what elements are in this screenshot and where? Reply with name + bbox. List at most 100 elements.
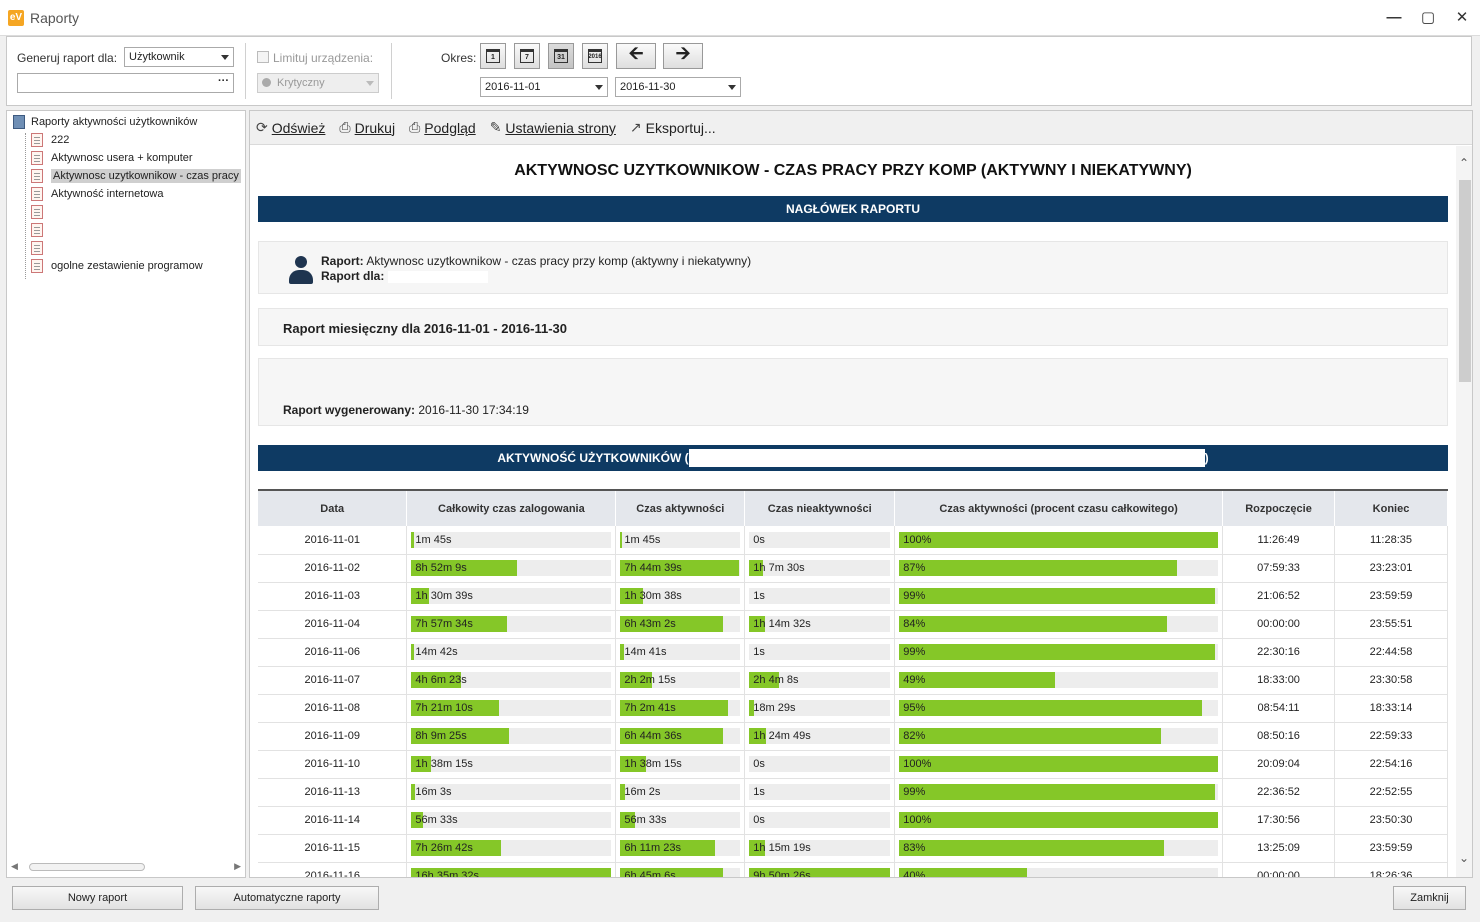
scroll-down-icon[interactable]: ⌄ bbox=[1457, 851, 1471, 865]
user-icon bbox=[289, 256, 313, 284]
column-header[interactable]: Koniec bbox=[1334, 490, 1448, 526]
period-year-button[interactable]: 2016 bbox=[582, 43, 608, 69]
auto-reports-button[interactable]: Automatyczne raporty bbox=[195, 886, 379, 910]
close-button[interactable]: Zamknij bbox=[1393, 886, 1466, 910]
raport-for-label: Raport dla: bbox=[321, 269, 385, 283]
active-time-bar-text: 1m 45s bbox=[624, 533, 661, 546]
column-header[interactable]: Czas nieaktywności bbox=[744, 490, 896, 526]
inactive-time-bar: 1s bbox=[749, 644, 891, 660]
tree-horizontal-scrollbar[interactable]: ◀ ▶ bbox=[11, 861, 241, 873]
activity-percent-bar: 82% bbox=[899, 728, 1219, 744]
period-day-button[interactable]: 1 bbox=[480, 43, 506, 69]
active-time-bar-text: 16m 2s bbox=[624, 786, 661, 798]
limit-devices-checkbox[interactable] bbox=[257, 51, 269, 63]
active-time-bar-text: 1h 30m 38s bbox=[624, 590, 682, 602]
end-cell: 22:54:16 bbox=[1334, 750, 1448, 779]
scroll-left-icon[interactable]: ◀ bbox=[11, 861, 18, 872]
browse-icon[interactable]: ··· bbox=[218, 75, 229, 87]
date-from-picker[interactable]: 2016-11-01 bbox=[480, 77, 608, 97]
end-cell: 18:33:14 bbox=[1334, 694, 1448, 723]
period-week-button[interactable]: 7 bbox=[514, 43, 540, 69]
tree-item[interactable] bbox=[27, 221, 51, 239]
refresh-button[interactable]: ⟳ Odśwież bbox=[256, 119, 325, 136]
date-to-picker[interactable]: 2016-11-30 bbox=[615, 77, 741, 97]
report-options-bar: Generuj raport dla: Użytkownik ··· Limit… bbox=[6, 36, 1472, 106]
report-vertical-scrollbar[interactable]: ⌃ ⌄ bbox=[1456, 146, 1472, 877]
raport-value: Aktywnosc uzytkownikow - czas pracy przy… bbox=[366, 254, 752, 268]
tree-item[interactable]: 222 bbox=[27, 131, 69, 149]
preview-button[interactable]: ⎙ Podgląd bbox=[409, 119, 476, 136]
tree-item[interactable]: Aktywnosc usera + komputer bbox=[27, 149, 193, 167]
scroll-up-icon[interactable]: ⌃ bbox=[1457, 156, 1471, 170]
tree-item-label: Aktywność internetowa bbox=[51, 188, 164, 200]
report-doc-icon bbox=[31, 259, 43, 273]
total-time-bar: 1m 45s bbox=[411, 531, 612, 548]
calendar-icon: 7 bbox=[520, 49, 534, 63]
start-cell: 18:33:00 bbox=[1222, 666, 1336, 695]
activity-percent-bar-fill bbox=[899, 812, 1219, 828]
report-tree: Raporty aktywności użytkowników 222 Aktyw… bbox=[6, 110, 246, 878]
new-report-button[interactable]: Nowy raport bbox=[12, 886, 183, 910]
start-cell: 22:36:52 bbox=[1222, 778, 1336, 807]
end-cell: 18:26:36 bbox=[1334, 862, 1448, 877]
activity-percent-bar-fill bbox=[899, 840, 1164, 856]
active-time-bar-text: 7h 2m 41s bbox=[624, 702, 676, 714]
user-field[interactable]: ··· bbox=[17, 73, 234, 93]
table-row: 2016-11-04 7h 57m 34s 6h 43m 2s 1h 14m 32s 8… bbox=[258, 610, 1448, 639]
generate-for-select[interactable]: Użytkownik bbox=[124, 47, 234, 67]
print-button[interactable]: ⎙ Drukuj bbox=[339, 119, 395, 136]
scroll-right-icon[interactable]: ▶ bbox=[234, 861, 241, 872]
severity-select[interactable]: Krytyczny bbox=[257, 73, 379, 93]
maximize-icon[interactable]: ▢ bbox=[1420, 8, 1436, 26]
tree-item[interactable] bbox=[27, 239, 51, 257]
export-button[interactable]: ↗ Eksportuj... bbox=[630, 119, 716, 136]
column-header[interactable]: Rozpoczęcie bbox=[1222, 490, 1336, 526]
column-header[interactable]: Czas aktywności (procent czasu całkowite… bbox=[894, 490, 1224, 526]
active-time-bar-text: 2h 2m 15s bbox=[624, 674, 676, 686]
total-time-bar: 7h 57m 34s bbox=[411, 616, 612, 632]
printer-icon: ⎙ bbox=[339, 119, 351, 135]
total-time-bar: 56m 33s bbox=[411, 812, 612, 828]
table-row: 2016-11-03 1h 30m 39s 1h 30m 38s 1s 99% 21:06… bbox=[258, 582, 1448, 611]
total-time-bar: 7h 21m 10s bbox=[411, 700, 612, 716]
tree-item-label: Aktywnosc uzytkownikow - czas pracy bbox=[51, 169, 241, 183]
activity-percent-bar-fill bbox=[899, 531, 1219, 548]
activity-percent-bar-text: 40% bbox=[903, 870, 926, 877]
activity-percent-bar-text: 100% bbox=[903, 758, 932, 770]
activity-percent-bar-text: 95% bbox=[903, 702, 926, 714]
inactive-time-bar: 1s bbox=[749, 784, 891, 800]
page-setup-button[interactable]: ✎ Ustawienia strony bbox=[490, 119, 616, 136]
tree-root[interactable]: Raporty aktywności użytkowników bbox=[13, 115, 197, 129]
activity-percent-bar-text: 82% bbox=[903, 730, 926, 742]
period-next-button[interactable]: 🡪 bbox=[663, 43, 703, 69]
report-doc-icon bbox=[31, 241, 43, 255]
date-cell: 2016-11-13 bbox=[258, 778, 408, 807]
date-cell: 2016-11-01 bbox=[258, 526, 408, 555]
start-cell: 07:59:33 bbox=[1222, 554, 1336, 583]
column-header[interactable]: Całkowity czas zalogowania bbox=[406, 490, 617, 526]
activity-percent-bar-text: 99% bbox=[903, 786, 926, 798]
tree-item[interactable]: ogolne zestawienie programow bbox=[27, 257, 203, 275]
report-doc-icon bbox=[31, 205, 43, 219]
inactive-time-bar-text: 18m 29s bbox=[753, 702, 796, 714]
raport-label: Raport: bbox=[321, 254, 364, 268]
inactive-time-bar: 1h 7m 30s bbox=[749, 560, 891, 576]
date-cell: 2016-11-07 bbox=[258, 666, 408, 695]
column-header[interactable]: Czas aktywności bbox=[615, 490, 746, 526]
tree-item[interactable]: Aktywność internetowa bbox=[27, 185, 164, 203]
active-time-bar: 7h 2m 41s bbox=[620, 700, 741, 716]
period-month-button[interactable]: 31 bbox=[548, 43, 574, 69]
period-prev-button[interactable]: 🡨 bbox=[616, 43, 656, 69]
inactive-time-bar: 0s bbox=[749, 531, 891, 548]
tree-item[interactable] bbox=[27, 203, 51, 221]
close-icon[interactable]: ✕ bbox=[1454, 8, 1470, 26]
chevron-down-icon bbox=[221, 55, 229, 60]
tree-item-label: ogolne zestawienie programow bbox=[51, 260, 203, 272]
minimize-icon[interactable]: — bbox=[1386, 8, 1402, 26]
tree-item[interactable]: Aktywnosc uzytkownikow - czas pracy bbox=[27, 167, 241, 185]
activity-percent-bar: 40% bbox=[899, 868, 1219, 877]
end-cell: 22:52:55 bbox=[1334, 778, 1448, 807]
start-cell: 20:09:04 bbox=[1222, 750, 1336, 779]
active-time-bar: 1h 38m 15s bbox=[620, 756, 741, 772]
column-header[interactable]: Data bbox=[258, 490, 408, 526]
